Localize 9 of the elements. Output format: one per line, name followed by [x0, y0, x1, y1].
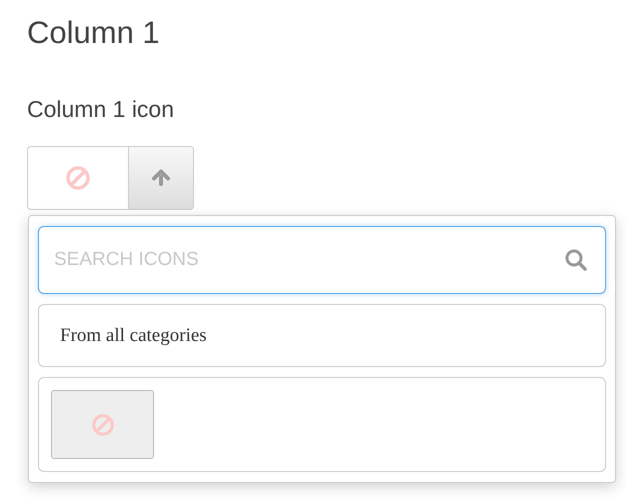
search-icon: [564, 248, 588, 272]
prohibited-icon: [65, 165, 91, 191]
prohibited-icon: [90, 412, 114, 436]
section-title: Column 1: [27, 14, 161, 52]
toggle-button[interactable]: [129, 147, 193, 209]
category-select[interactable]: From all categories: [38, 304, 606, 367]
icon-tile[interactable]: [51, 390, 154, 459]
arrow-up-icon: [150, 167, 172, 189]
field-label: Column 1 icon: [27, 95, 176, 124]
